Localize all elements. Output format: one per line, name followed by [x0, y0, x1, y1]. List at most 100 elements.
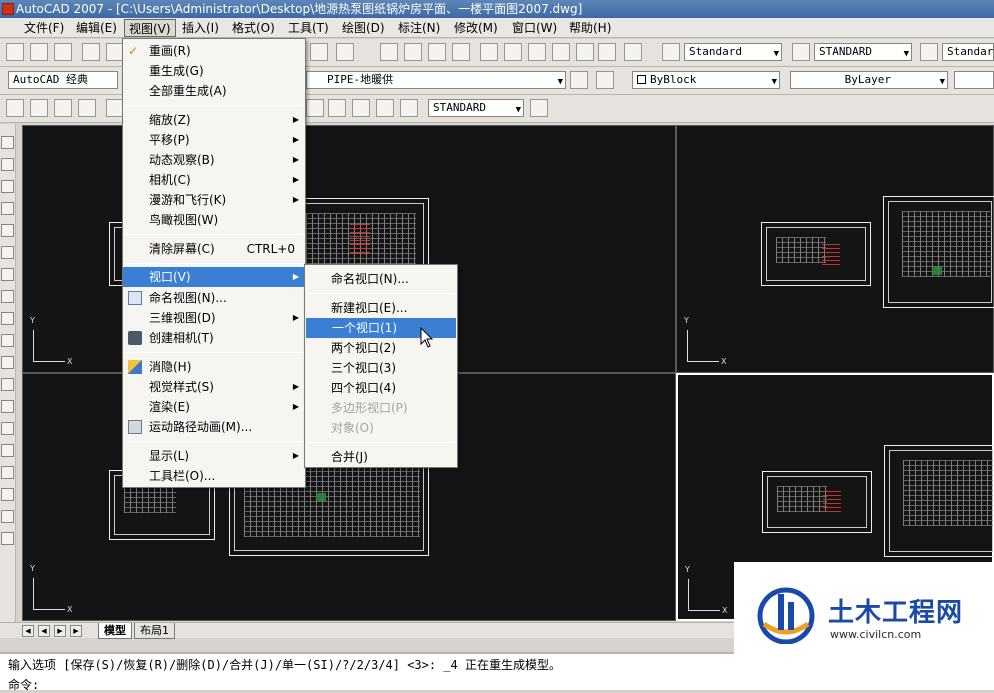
command-window[interactable]: 输入选项 [保存(S)/恢复(R)/删除(D)/合并(J)/单一(SI)/?/2… — [0, 652, 994, 693]
workspace-select[interactable]: AutoCAD 经典 — [8, 71, 118, 89]
polygon-icon[interactable] — [1, 202, 14, 215]
viewports-item-four[interactable]: 四个视口(4) — [305, 378, 457, 398]
tolerance-icon[interactable] — [306, 99, 324, 117]
view-menu-item-redraw[interactable]: ✓ 重画(R) — [123, 41, 305, 61]
prev-tab-button[interactable]: ◀ — [38, 625, 50, 637]
construction-line-icon[interactable] — [1, 158, 14, 171]
dim-style-icon[interactable] — [792, 43, 810, 61]
first-tab-button[interactable]: ◀ — [22, 625, 34, 637]
tab-model[interactable]: 模型 — [98, 623, 132, 639]
hatch-icon[interactable] — [1, 444, 14, 457]
view-menu-item-regenall[interactable]: 全部重生成(A) — [123, 81, 305, 101]
menu-tools[interactable]: 工具(T) — [284, 19, 333, 37]
dim-update-icon[interactable] — [400, 99, 418, 117]
undo-icon[interactable] — [310, 43, 328, 61]
zoom-window-icon[interactable] — [428, 43, 446, 61]
center-mark-icon[interactable] — [328, 99, 346, 117]
redo-icon[interactable] — [336, 43, 354, 61]
view-menu-item-orbit[interactable]: 动态观察(B) ▶ — [123, 150, 305, 170]
menu-modify[interactable]: 修改(M) — [450, 19, 502, 37]
view-menu-item-render[interactable]: 渲染(E) ▶ — [123, 397, 305, 417]
linetype-select[interactable]: ByLayer ▼ — [790, 71, 948, 89]
dim-style-select-2[interactable]: STANDARD ▼ — [428, 99, 524, 117]
zoom-realtime-icon[interactable] — [404, 43, 422, 61]
zoom-previous-icon[interactable] — [452, 43, 470, 61]
markup-icon[interactable] — [576, 43, 594, 61]
tab-layout1[interactable]: 布局1 — [134, 623, 175, 639]
menu-window[interactable]: 窗口(W) — [508, 19, 561, 37]
view-menu-item-viewports[interactable]: 视口(V) ▶ — [123, 267, 305, 287]
circle-icon[interactable] — [1, 268, 14, 281]
view-menu-item-zoom[interactable]: 缩放(Z) ▶ — [123, 110, 305, 130]
menu-draw[interactable]: 绘图(D) — [338, 19, 389, 37]
revision-cloud-icon[interactable] — [1, 290, 14, 303]
rectangle-icon[interactable] — [1, 224, 14, 237]
autocad-app-icon[interactable] — [2, 3, 14, 15]
arc-length-icon[interactable] — [54, 99, 72, 117]
save-icon[interactable] — [54, 43, 72, 61]
open-icon[interactable] — [30, 43, 48, 61]
view-menu-item-named-views[interactable]: 命名视图(N)... — [123, 288, 305, 308]
lineweight-select[interactable] — [954, 71, 994, 89]
view-menu-item-camera[interactable]: 相机(C) ▶ — [123, 170, 305, 190]
text-style-icon[interactable] — [662, 43, 680, 61]
view-menu-item-walk-fly[interactable]: 漫游和飞行(K) ▶ — [123, 190, 305, 210]
viewports-item-join[interactable]: 合并(J) — [305, 447, 457, 467]
menu-edit[interactable]: 编辑(E) — [72, 19, 121, 37]
calculator-icon[interactable] — [598, 43, 616, 61]
view-menu-item-hide[interactable]: 消隐(H) — [123, 357, 305, 377]
view-menu-item-visual-styles[interactable]: 视觉样式(S) ▶ — [123, 377, 305, 397]
text-style-select[interactable]: Standard ▼ — [684, 43, 782, 61]
region-icon[interactable] — [1, 488, 14, 501]
sheet-set-icon[interactable] — [552, 43, 570, 61]
menu-format[interactable]: 格式(O) — [228, 19, 279, 37]
menu-insert[interactable]: 插入(I) — [178, 19, 223, 37]
viewports-item-two[interactable]: 两个视口(2) — [305, 338, 457, 358]
view-menu-item-regen[interactable]: 重生成(G) — [123, 61, 305, 81]
make-block-icon[interactable] — [1, 400, 14, 413]
dim-style-select[interactable]: STANDARD ▼ — [814, 43, 912, 61]
view-menu-item-clean-screen[interactable]: 清除屏幕(C) CTRL+0 — [123, 239, 305, 259]
table-style-icon[interactable] — [920, 43, 938, 61]
table-icon[interactable] — [1, 510, 14, 523]
linear-dim-icon[interactable] — [6, 99, 24, 117]
last-tab-button[interactable]: ▶ — [70, 625, 82, 637]
ellipse-icon[interactable] — [1, 334, 14, 347]
menu-help[interactable]: 帮助(H) — [565, 19, 615, 37]
new-icon[interactable] — [6, 43, 24, 61]
dim-style-manager-icon[interactable] — [530, 99, 548, 117]
command-prompt[interactable]: 命令: — [8, 676, 39, 693]
view-menu-item-motion-path[interactable]: 运动路径动画(M)... — [123, 417, 305, 437]
view-menu-item-toolbars[interactable]: 工具栏(O)... — [123, 466, 305, 486]
view-menu-item-pan[interactable]: 平移(P) ▶ — [123, 130, 305, 150]
line-icon[interactable] — [1, 136, 14, 149]
design-center-icon[interactable] — [504, 43, 522, 61]
view-menu-item-aerial-view[interactable]: 鸟瞰视图(W) — [123, 210, 305, 230]
ellipse-arc-icon[interactable] — [1, 356, 14, 369]
viewport-top-right[interactable]: YX — [676, 125, 994, 373]
pan-icon[interactable] — [380, 43, 398, 61]
dim-text-edit-icon[interactable] — [376, 99, 394, 117]
make-current-layer-icon[interactable] — [570, 71, 588, 89]
viewports-item-named[interactable]: 命名视口(N)... — [305, 269, 457, 289]
layer-previous-icon[interactable] — [596, 71, 614, 89]
multiline-text-icon[interactable] — [1, 532, 14, 545]
view-menu-item-display[interactable]: 显示(L) ▶ — [123, 446, 305, 466]
menu-view[interactable]: 视图(V) — [124, 19, 176, 37]
arc-icon[interactable] — [1, 246, 14, 259]
plot-icon[interactable] — [82, 43, 100, 61]
gradient-icon[interactable] — [1, 466, 14, 479]
view-menu-item-create-camera[interactable]: 创建相机(T) — [123, 328, 305, 348]
layer-select[interactable]: PIPE-地暖供 ▼ — [306, 71, 566, 89]
tool-palettes-icon[interactable] — [528, 43, 546, 61]
dim-edit-icon[interactable] — [352, 99, 370, 117]
menu-file[interactable]: 文件(F) — [20, 19, 68, 37]
ordinate-dim-icon[interactable] — [78, 99, 96, 117]
help-icon[interactable] — [624, 43, 642, 61]
color-select[interactable]: ByBlock ▼ — [632, 71, 780, 89]
point-icon[interactable] — [1, 422, 14, 435]
view-menu-item-3d-views[interactable]: 三维视图(D) ▶ — [123, 308, 305, 328]
polyline-icon[interactable] — [1, 180, 14, 193]
properties-icon[interactable] — [480, 43, 498, 61]
viewports-item-new[interactable]: 新建视口(E)... — [305, 298, 457, 318]
